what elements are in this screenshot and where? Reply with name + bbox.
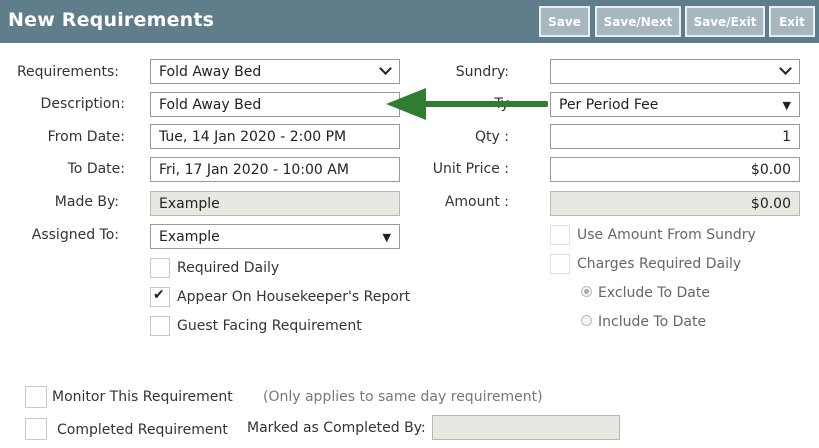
required-daily-label: Required Daily (177, 260, 280, 276)
amount-label: Amount : (444, 194, 509, 210)
qty-value: 1 (782, 128, 791, 145)
to-date-label: To Date: (67, 161, 125, 177)
type-select[interactable]: Per Period Fee ▼ (550, 92, 800, 117)
annotation-arrow-icon (386, 88, 548, 120)
required-daily-checkbox[interactable] (150, 258, 170, 278)
dropdown-caret-icon: ▼ (382, 231, 391, 244)
to-date-value: Fri, 17 Jan 2020 - 10:00 AM (159, 161, 349, 178)
charges-required-daily-label: Charges Required Daily (577, 256, 742, 272)
exclude-to-date-label: Exclude To Date (598, 285, 710, 301)
assigned-to-label: Assigned To: (31, 227, 119, 243)
requirements-value: Fold Away Bed (159, 63, 262, 80)
marked-completed-by-field (432, 415, 620, 440)
description-label: Description: (40, 96, 125, 112)
qty-input[interactable]: 1 (550, 124, 800, 149)
save-exit-button[interactable]: Save/Exit (685, 6, 765, 37)
monitor-requirement-label: Monitor This Requirement (52, 389, 233, 405)
unit-price-value: $0.00 (750, 161, 791, 178)
amount-field: $0.00 (550, 191, 800, 216)
from-date-label: From Date: (47, 129, 125, 145)
save-next-button[interactable]: Save/Next (595, 6, 681, 37)
to-date-input[interactable]: Fri, 17 Jan 2020 - 10:00 AM (150, 157, 400, 182)
made-by-label: Made By: (54, 194, 119, 210)
made-by-field: Example (150, 191, 400, 216)
description-value: Fold Away Bed (159, 96, 262, 113)
sundry-select[interactable] (550, 59, 800, 84)
chevron-down-icon (379, 62, 392, 75)
amount-value: $0.00 (750, 195, 791, 212)
exclude-to-date-radio[interactable] (581, 286, 592, 297)
use-amount-from-sundry-label: Use Amount From Sundry (577, 227, 756, 243)
dropdown-caret-icon: ▼ (782, 99, 791, 112)
completed-requirement-label: Completed Requirement (57, 422, 228, 438)
from-date-value: Tue, 14 Jan 2020 - 2:00 PM (159, 128, 347, 145)
monitor-note: (Only applies to same day requirement) (263, 389, 543, 405)
unit-price-label: Unit Price : (432, 161, 509, 177)
page-header: New Requirements Save Save/Next Save/Exi… (0, 0, 819, 43)
assigned-to-select[interactable]: Example ▼ (150, 224, 400, 249)
assigned-to-value: Example (159, 228, 220, 245)
description-input[interactable]: Fold Away Bed (150, 92, 400, 117)
marked-completed-by-label: Marked as Completed By: (247, 420, 426, 436)
qty-label: Qty : (475, 129, 509, 145)
sundry-label: Sundry: (455, 64, 509, 80)
unit-price-input[interactable]: $0.00 (550, 157, 800, 182)
exit-button[interactable]: Exit (769, 6, 815, 37)
made-by-value: Example (159, 195, 220, 212)
page-title: New Requirements (8, 9, 215, 31)
housekeeper-report-label: Appear On Housekeeper's Report (177, 289, 411, 305)
housekeeper-report-checkbox[interactable]: ✔ (150, 287, 170, 307)
type-value: Per Period Fee (559, 96, 659, 113)
include-to-date-label: Include To Date (598, 314, 707, 330)
charges-required-daily-checkbox[interactable] (550, 254, 570, 274)
requirements-select[interactable]: Fold Away Bed (150, 59, 400, 84)
use-amount-from-sundry-checkbox[interactable] (550, 225, 570, 245)
from-date-input[interactable]: Tue, 14 Jan 2020 - 2:00 PM (150, 124, 400, 149)
monitor-requirement-checkbox[interactable] (25, 386, 47, 408)
completed-requirement-checkbox[interactable] (25, 418, 47, 440)
save-button[interactable]: Save (539, 6, 590, 37)
checkmark-icon: ✔ (153, 287, 165, 303)
requirements-label: Requirements: (16, 64, 119, 80)
include-to-date-radio[interactable] (581, 315, 592, 326)
guest-facing-label: Guest Facing Requirement (177, 318, 362, 334)
chevron-down-icon (779, 62, 792, 75)
guest-facing-checkbox[interactable] (150, 316, 170, 336)
